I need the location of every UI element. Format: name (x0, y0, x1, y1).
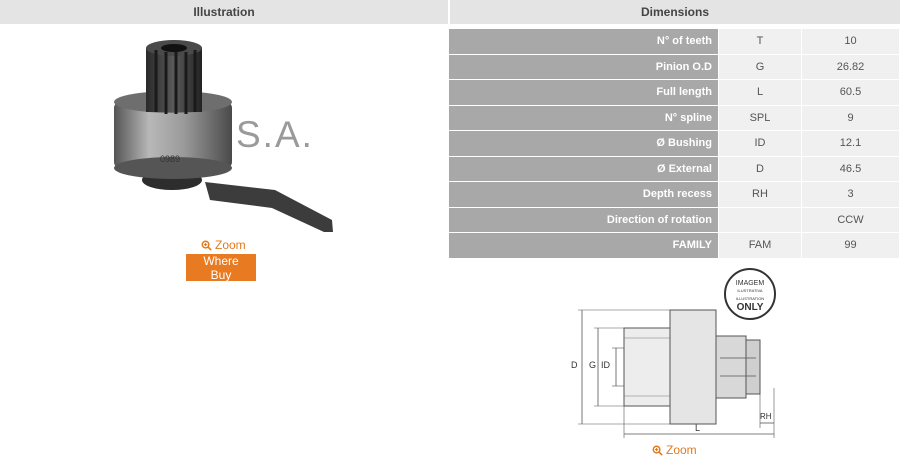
dim-label: N° of teeth (448, 28, 719, 55)
label-rh: RH (760, 412, 772, 421)
badge-top-text: IMAGEM (736, 280, 765, 287)
dimensions-header: Dimensions (450, 0, 900, 24)
dim-value: 60.5 (801, 79, 900, 106)
table-row: Full length L 60.5 (448, 79, 900, 106)
dim-label: N° spline (448, 104, 719, 131)
label-id: ID (601, 360, 611, 370)
photo-zoom-link[interactable]: Zoom (201, 238, 246, 252)
dim-value: CCW (801, 206, 900, 233)
where-buy-button[interactable]: Where Buy (186, 254, 256, 282)
badge-only-text: ONLY (737, 302, 764, 313)
dim-label: Direction of rotation (448, 206, 719, 233)
dim-symbol: D (718, 155, 802, 182)
dim-symbol: RH (718, 181, 802, 208)
table-row: Depth recess RH 3 (448, 181, 900, 208)
label-g: G (589, 360, 596, 370)
dim-label: FAMILY (448, 232, 719, 259)
diagram-zoom-link[interactable]: Zoom (652, 443, 697, 457)
dim-symbol: FAM (718, 232, 802, 259)
illustration-only-badge: IMAGEM ILUSTRATIVA ILLUSTRATION ONLY (724, 268, 776, 320)
watermark-text: S.A. (236, 114, 314, 155)
dim-symbol: L (718, 79, 802, 106)
dim-value: 26.82 (801, 53, 900, 80)
dim-label: Ø External (448, 155, 719, 182)
dim-label: Ø Bushing (448, 130, 719, 157)
table-row: FAMILY FAM 99 (448, 232, 900, 259)
zoom-icon (652, 445, 663, 456)
photo-stamp: 0989 (160, 154, 180, 164)
dim-label: Full length (448, 79, 719, 106)
dim-value: 99 (801, 232, 900, 259)
table-row: Direction of rotation CCW (448, 206, 900, 233)
dim-label: Pinion O.D (448, 53, 719, 80)
table-row: Ø Bushing ID 12.1 (448, 130, 900, 157)
dim-value: 3 (801, 181, 900, 208)
dim-symbol: T (718, 28, 802, 55)
label-d: D (571, 360, 578, 370)
dim-symbol: G (718, 53, 802, 80)
zoom-icon (201, 240, 212, 251)
dim-value: 9 (801, 104, 900, 131)
badge-en-text: ILLUSTRATION (736, 296, 764, 301)
dim-value: 10 (801, 28, 900, 55)
dim-label: Depth recess (448, 181, 719, 208)
table-row: Pinion O.D G 26.82 (448, 53, 900, 80)
dimensions-table: N° of teeth T 10 Pinion O.D G 26.82 Full len… (448, 28, 900, 259)
dim-value: 46.5 (801, 155, 900, 182)
dim-symbol: ID (718, 130, 802, 157)
dim-symbol: SPL (718, 104, 802, 131)
table-row: N° spline SPL 9 (448, 104, 900, 131)
dim-value: 12.1 (801, 130, 900, 157)
technical-diagram[interactable]: IMAGEM ILUSTRATIVA ILLUSTRATION ONLY D G… (560, 268, 790, 440)
table-row: Ø External D 46.5 (448, 155, 900, 182)
illustration-header: Illustration (0, 0, 448, 24)
badge-mid-text: ILUSTRATIVA (737, 288, 763, 293)
zoom-label: Zoom (666, 443, 697, 457)
table-row: N° of teeth T 10 (448, 28, 900, 55)
dim-symbol (718, 206, 802, 233)
label-l: L (695, 423, 700, 433)
zoom-label: Zoom (215, 238, 246, 252)
